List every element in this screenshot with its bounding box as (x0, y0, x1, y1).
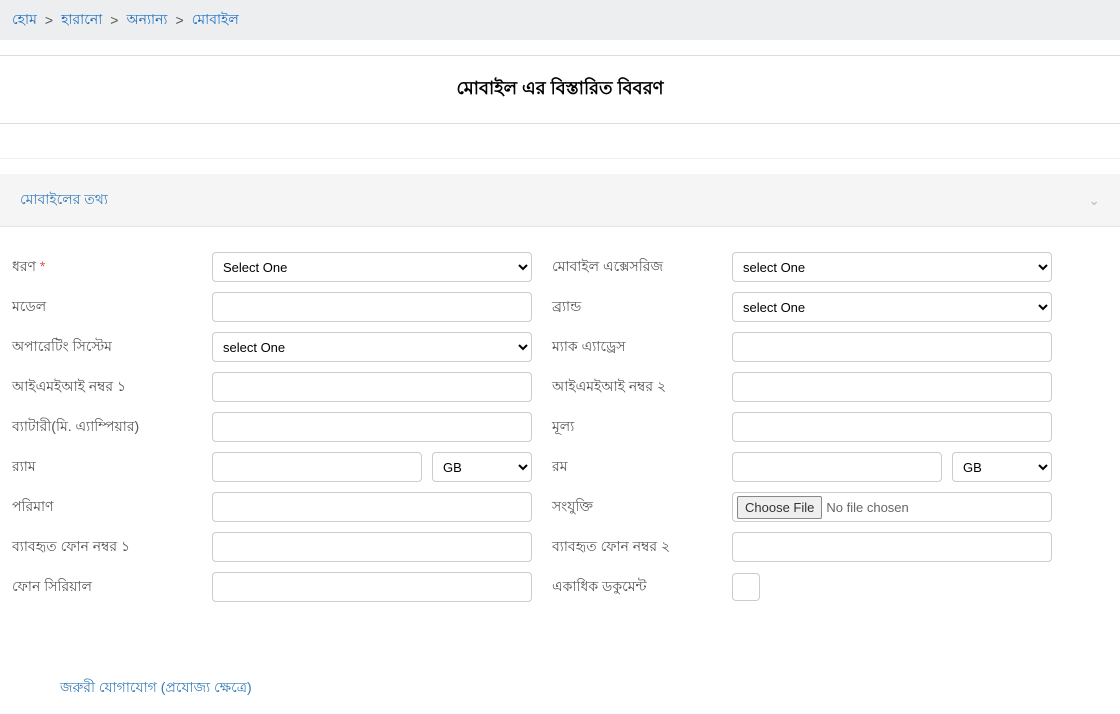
input-used-phone1[interactable] (212, 532, 532, 562)
breadcrumb-home[interactable]: হোম (12, 8, 37, 32)
label-brand: ব্র্যান্ড (532, 295, 732, 319)
file-status-text: No file chosen (826, 500, 908, 515)
select-rom-unit[interactable]: GB (952, 452, 1052, 482)
input-ram[interactable] (212, 452, 422, 482)
checkbox-multi-doc[interactable] (732, 573, 760, 601)
label-mac: ম্যাক এ্যাড্রেস (532, 335, 732, 359)
breadcrumb-sep: > (176, 12, 184, 28)
select-type[interactable]: Select One (212, 252, 532, 282)
breadcrumb: হোম > হারানো > অন্যান্য > মোবাইল (0, 0, 1120, 40)
input-imei1[interactable] (212, 372, 532, 402)
input-battery[interactable] (212, 412, 532, 442)
select-ram-unit[interactable]: GB (432, 452, 532, 482)
breadcrumb-sep: > (45, 12, 53, 28)
input-price[interactable] (732, 412, 1052, 442)
label-battery: ব্যাটারী(মি. এ্যাম্পিয়ার) (12, 415, 212, 439)
label-ram: র‍্যাম (12, 455, 212, 479)
panel-header-mobile-info[interactable]: মোবাইলের তথ্য ⌄ (0, 174, 1120, 227)
select-brand[interactable]: select One (732, 292, 1052, 322)
page-title-bar: মোবাইল এর বিস্তারিত বিবরণ (0, 55, 1120, 124)
breadcrumb-lost[interactable]: হারানো (61, 8, 102, 32)
breadcrumb-mobile[interactable]: মোবাইল (192, 8, 239, 32)
select-accessories[interactable]: select One (732, 252, 1052, 282)
panel-header-title: মোবাইলের তথ্য (20, 188, 108, 212)
spacer (0, 124, 1120, 159)
label-attachment: সংযুক্তি (532, 495, 732, 519)
label-os: অপারেটিং সিস্টেম (12, 335, 212, 359)
label-used-phone2: ব্যাবহৃত ফোন নম্বর ২ (532, 535, 732, 559)
chevron-down-icon: ⌄ (1088, 192, 1100, 209)
label-model: মডেল (12, 295, 212, 319)
breadcrumb-sep: > (110, 12, 118, 28)
input-model[interactable] (212, 292, 532, 322)
label-accessories: মোবাইল এক্সেসরিজ (532, 255, 732, 279)
label-rom: রম (532, 455, 732, 479)
section-header-emergency-contact[interactable]: জরুরী যোগাযোগ (প্রযোজ্য ক্ষেত্রে) (40, 662, 1080, 714)
input-phone-serial[interactable] (212, 572, 532, 602)
breadcrumb-others[interactable]: অন্যান্য (126, 8, 167, 32)
label-type: ধরণ * (12, 255, 212, 279)
input-mac[interactable] (732, 332, 1052, 362)
input-quantity[interactable] (212, 492, 532, 522)
input-used-phone2[interactable] (732, 532, 1052, 562)
label-multi-doc: একাধিক ডকুমেন্ট (532, 575, 732, 599)
choose-file-button[interactable]: Choose File (737, 496, 822, 519)
label-imei2: আইএমইআই নম্বর ২ (532, 375, 732, 399)
page-title: মোবাইল এর বিস্তারিত বিবরণ (457, 78, 664, 98)
label-phone-serial: ফোন সিরিয়াল (12, 575, 212, 599)
input-rom[interactable] (732, 452, 942, 482)
select-os[interactable]: select One (212, 332, 532, 362)
file-input-attachment[interactable]: Choose File No file chosen (732, 492, 1052, 522)
label-quantity: পরিমাণ (12, 495, 212, 519)
input-imei2[interactable] (732, 372, 1052, 402)
form-body: ধরণ * Select One মোবাইল এক্সেসরিজ select… (0, 227, 1120, 632)
label-price: মূল্য (532, 415, 732, 439)
label-imei1: আইএমইআই নম্বর ১ (12, 375, 212, 399)
label-used-phone1: ব্যাবহৃত ফোন নম্বর ১ (12, 535, 212, 559)
